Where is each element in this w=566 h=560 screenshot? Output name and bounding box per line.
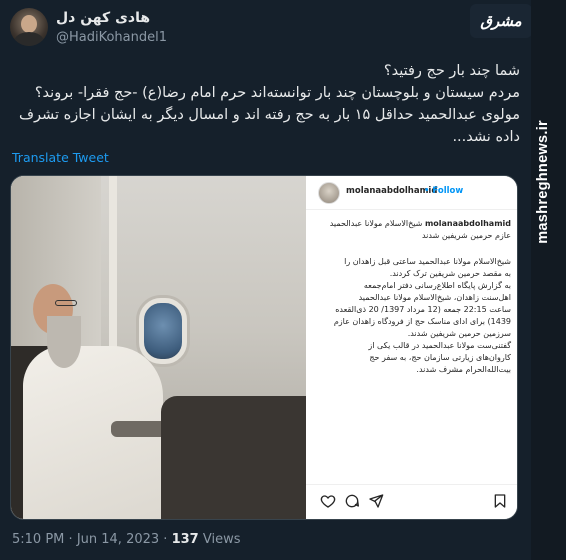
caption-line: به گزارش پایگاه اطلاع‌رسانی دفتر امام‌جم… — [363, 281, 511, 290]
caption-line: کاروان‌های زیارتی سازمان حج، به سفر حج — [369, 353, 511, 362]
share-icon — [369, 494, 384, 508]
tweet-line-2: مردم سیستان و بلوچستان چند بار توانسته‌ا… — [34, 85, 520, 101]
caption-line: به مقصد حرمین شریفین ترک کردند. — [389, 269, 511, 278]
instagram-caption-heading: molanaabdolhamid شیخ‌الاسلام مولانا عبدا… — [316, 218, 511, 242]
tweet-time[interactable]: 5:10 PM — [12, 532, 64, 547]
tweet-media-card[interactable]: molanaabdolhamid • Follow molanaabdolham… — [10, 175, 518, 520]
tweet-meta: 5:10 PM · Jun 14, 2023 · 137 Views — [12, 532, 240, 547]
tweet: هادی کهن دل @HadiKohandel1 مشرق شما چند … — [0, 0, 532, 560]
caption-line: گفتنی‌ست مولانا عبدالحمید در قالب یکی از — [368, 341, 511, 350]
tweet-line-1: شما چند بار حج رفتید؟ — [383, 63, 520, 79]
instagram-avatar — [318, 182, 340, 204]
instagram-follow-label: Follow — [432, 186, 464, 196]
instagram-follow-link: • Follow — [424, 186, 464, 196]
airplane-window — [139, 298, 187, 364]
mashregh-logo-text: مشرق — [480, 12, 522, 30]
caption-line: سرزمین حرمین شریفین شدند. — [407, 329, 511, 338]
airplane-photo[interactable] — [11, 176, 306, 519]
tweet-date[interactable]: Jun 14, 2023 — [77, 532, 159, 547]
heart-icon — [320, 495, 336, 508]
bookmark-icon — [494, 494, 506, 508]
translate-tweet-link[interactable]: Translate Tweet — [12, 150, 109, 165]
caption-line: ساعت 22:15 جمعه (12 مرداد 1397/ 20 ذی‌ال… — [335, 305, 511, 314]
meta-separator: · — [163, 532, 168, 547]
instagram-caption-body: شیخ‌الاسلام مولانا عبدالحمید ساعتی قبل ز… — [316, 256, 511, 376]
instagram-post-header: molanaabdolhamid • Follow — [306, 176, 517, 210]
author-avatar[interactable] — [10, 8, 48, 46]
instagram-post-panel: molanaabdolhamid • Follow molanaabdolham… — [306, 176, 517, 519]
mashregh-watermark: mashreghnews.ir — [531, 0, 566, 560]
mashregh-logo: مشرق — [470, 4, 532, 38]
instagram-caption-user: molanaabdolhamid — [424, 219, 511, 228]
comment-icon — [345, 494, 359, 508]
views-label: Views — [202, 532, 241, 547]
meta-separator: · — [68, 532, 73, 547]
instagram-action-bar — [306, 484, 517, 519]
views-count[interactable]: 137 — [172, 532, 199, 547]
tweet-line-3: مولوی عبدالحمید حداقل ۱۵ بار به حج رفته … — [19, 107, 520, 145]
tweet-text: شما چند بار حج رفتید؟ مردم سیستان و بلوچ… — [12, 60, 520, 148]
author-handle[interactable]: @HadiKohandel1 — [56, 30, 167, 45]
caption-line: شیخ‌الاسلام مولانا عبدالحمید ساعتی قبل ز… — [344, 257, 511, 266]
author-display-name[interactable]: هادی کهن دل — [56, 10, 150, 26]
caption-line: بیت‌الله‌الحرام مشرف شدند. — [416, 365, 511, 374]
caption-line: 1439) برای ادای مناسک حج از فرودگاه زاهد… — [333, 317, 511, 326]
caption-line: اهل‌سنت زاهدان، شیخ‌الاسلام مولانا عبدال… — [358, 293, 511, 302]
watermark-text: mashreghnews.ir — [535, 120, 551, 244]
